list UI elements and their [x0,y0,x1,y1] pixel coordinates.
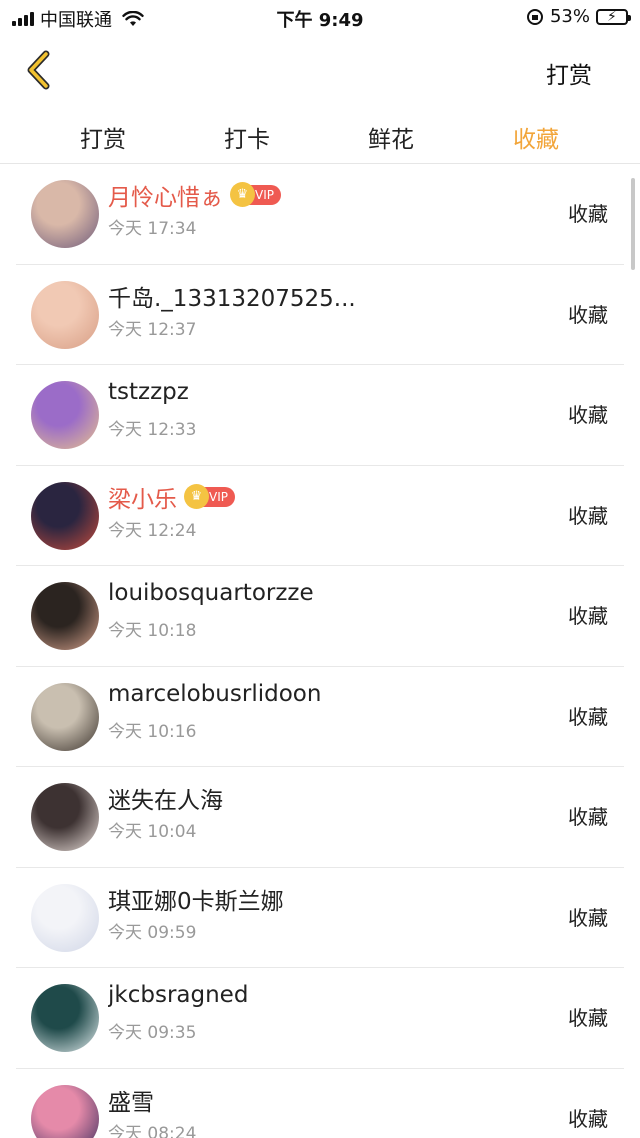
crown-icon: ♛ [184,483,209,509]
tab-reward[interactable]: 打赏 [80,120,126,154]
avatar[interactable] [31,481,99,550]
timestamp: 今天 09:59 [108,922,197,943]
user-name[interactable]: jkcbsragned [108,982,248,1008]
user-name-text: 迷失在人海 [108,788,223,814]
list-item[interactable]: 梁小乐 ♛ VIP 今天 12:24 收藏 [0,466,640,567]
action-label: 收藏 [568,1006,608,1030]
user-name[interactable]: 迷失在人海 [108,781,223,815]
list-item[interactable]: jkcbsragned 今天 09:35 收藏 [0,968,640,1069]
vip-badge-text: VIP [255,188,274,202]
action-label: 收藏 [568,604,608,628]
timestamp: 今天 12:24 [108,520,197,541]
avatar[interactable] [31,783,99,851]
list-item[interactable]: tstzzpz 今天 12:33 收藏 [0,365,640,466]
user-name-text: tstzzpz [108,379,189,405]
avatar[interactable] [31,883,99,952]
avatar[interactable] [31,180,99,248]
tab-favorites[interactable]: 收藏 [513,120,559,154]
action-label: 收藏 [568,805,608,829]
action-label: 收藏 [568,503,608,528]
back-arrow-icon[interactable] [22,48,62,92]
action-label: 收藏 [568,302,608,327]
user-name[interactable]: 琪亚娜0卡斯兰娜 [108,882,284,916]
action-label: 收藏 [568,905,608,930]
avatar[interactable] [31,582,99,650]
user-name[interactable]: 千岛._13313207525... [108,279,356,313]
vip-badge-text: VIP [209,489,228,504]
status-bar: 中国联通 下午 9:49 53% ⚡ [0,0,640,34]
nav-bar: 打赏 [0,34,640,106]
action-label: 收藏 [568,403,608,427]
avatar[interactable] [31,1084,99,1138]
timestamp: 今天 08:24 [108,1123,197,1138]
avatar[interactable] [31,280,99,349]
user-name-text: jkcbsragned [108,982,249,1008]
tab-checkin[interactable]: 打卡 [224,120,270,154]
user-name[interactable]: marcelobusrlidoon [108,681,321,707]
timestamp: 今天 10:16 [108,721,197,742]
user-name[interactable]: 梁小乐 ♛ VIP [108,480,235,514]
list-item[interactable]: 月怜心惜ぁ ♛ VIP 今天 17:34 收藏 [0,164,640,265]
user-name[interactable]: tstzzpz [108,379,189,405]
crown-icon: ♛ [230,182,255,207]
timestamp: 今天 09:35 [108,1023,197,1043]
vip-badge: ♛ VIP [230,182,281,207]
user-name-text: 月怜心惜ぁ [108,185,223,211]
action-label: 收藏 [568,704,608,729]
list-item[interactable]: marcelobusrlidoon 今天 10:16 收藏 [0,667,640,768]
avatar[interactable] [31,984,99,1052]
tab-flowers[interactable]: 鲜花 [368,120,414,154]
scrollbar[interactable] [631,178,635,270]
user-name[interactable]: 月怜心惜ぁ ♛ VIP [108,178,281,212]
timestamp: 今天 17:34 [108,219,197,239]
favorites-page: 中国联通 下午 9:49 53% ⚡ 打赏 打赏 打卡 鲜花 收藏 月怜心惜ぁ … [0,0,640,1138]
user-name[interactable]: 盛雪 [108,1083,154,1117]
list-item[interactable]: 迷失在人海今天 10:04 收藏 [0,767,640,868]
user-name-text: marcelobusrlidoon [108,680,322,707]
user-name-text: 盛雪 [108,1089,154,1116]
user-name-text: 琪亚娜0卡斯兰娜 [108,888,284,915]
user-name-text: 千岛._13313207525... [108,285,356,312]
list-item[interactable]: louibosquartorzze 今天 10:18 收藏 [0,566,640,667]
timestamp: 今天 10:18 [108,621,197,641]
user-name-text: louibosquartorzze [108,580,314,606]
vip-badge: ♛ VIP [184,483,235,509]
avatar[interactable] [31,682,99,751]
timestamp: 今天 10:04 [108,822,197,842]
charging-icon: ⚡ [607,8,617,25]
list-item[interactable]: 千岛._13313207525... 今天 12:37 收藏 [0,265,640,366]
action-label: 收藏 [568,1106,608,1131]
orientation-lock-icon [526,8,543,25]
list-item[interactable]: 琪亚娜0卡斯兰娜今天 09:59 收藏 [0,868,640,969]
list-item[interactable]: 盛雪今天 08:24 收藏 [0,1069,640,1138]
timestamp: 今天 12:37 [108,319,197,340]
status-right: 53% ⚡ [526,6,631,27]
user-name-text: 梁小乐 [108,486,177,513]
user-name[interactable]: louibosquartorzze [108,580,314,606]
timestamp: 今天 12:33 [108,420,197,440]
avatar[interactable] [31,381,99,449]
battery-icon: ⚡ [596,8,631,25]
reward-button[interactable]: 打赏 [546,56,592,90]
tab-bar: 打赏 打卡 鲜花 收藏 [0,106,640,164]
action-label: 收藏 [568,202,608,226]
battery-percent: 53% [549,6,590,27]
favorites-list: 月怜心惜ぁ ♛ VIP 今天 17:34 收藏 千岛._13313207525... 今天 … [0,164,640,1138]
